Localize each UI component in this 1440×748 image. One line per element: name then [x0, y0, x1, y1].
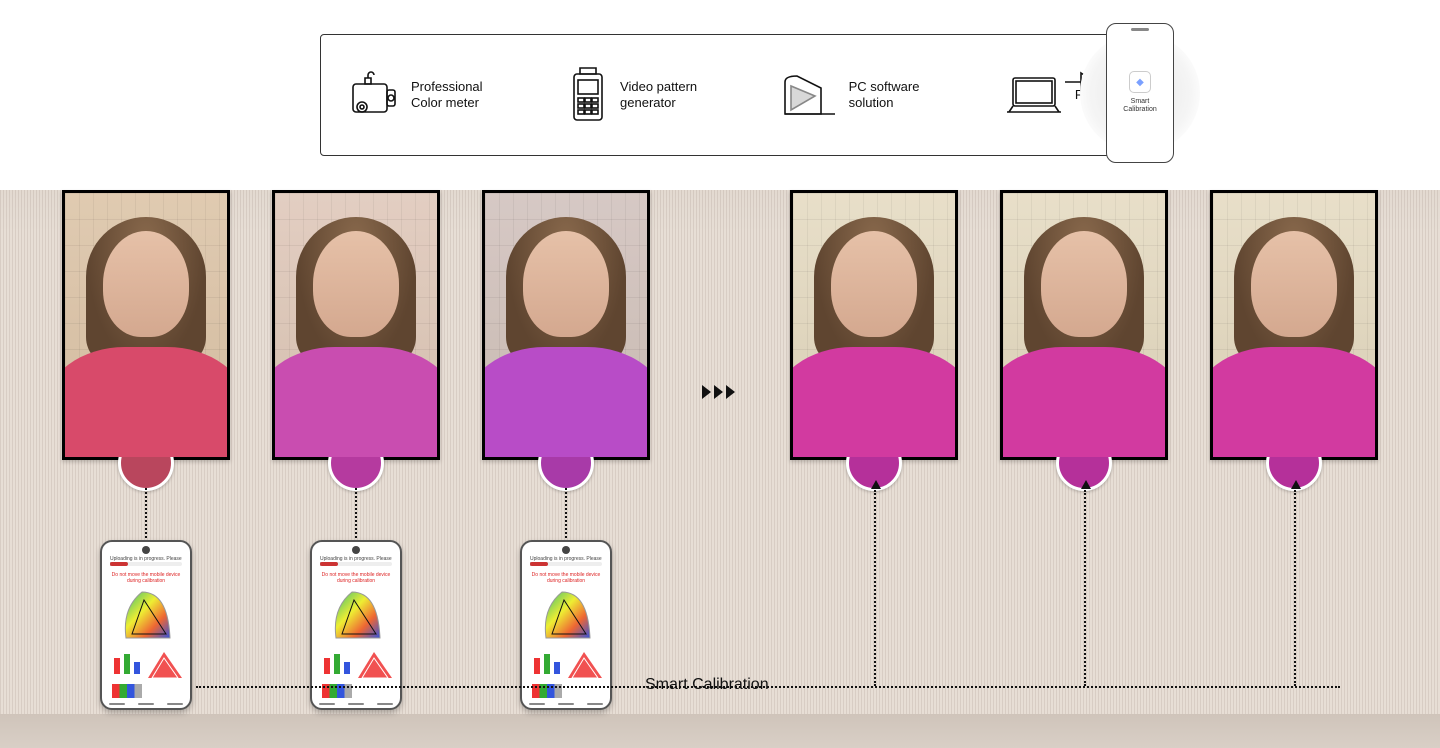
equip-color-meter: Professional Color meter	[347, 68, 483, 122]
panel-after	[1210, 190, 1378, 460]
display-panel	[790, 190, 958, 460]
phone-frame-icon: ◆ Smart Calibration	[1106, 23, 1174, 163]
display-panel	[1000, 190, 1168, 460]
display-panel	[272, 190, 440, 460]
rgb-bars-icon	[112, 654, 142, 676]
transition-arrows-icon	[702, 385, 735, 399]
arrow-up-icon	[1291, 480, 1301, 489]
equipment-box: Professional Color meter Video pattern g…	[320, 34, 1120, 156]
phone-camera-icon	[352, 546, 360, 554]
panels-before-group: Uploading is in progress. Please hold.Do…	[62, 190, 650, 460]
connector-up	[1084, 490, 1086, 686]
panels-after-group	[790, 190, 1378, 460]
levels-icon	[112, 684, 142, 698]
connector-down	[565, 488, 567, 538]
panel-before: Uploading is in progress. Please hold.Do…	[482, 190, 650, 460]
calibration-phone: Uploading is in progress. Please hold.Do…	[520, 540, 612, 710]
phone-nav	[312, 703, 400, 705]
calibration-scene: Uploading is in progress. Please hold.Do…	[0, 190, 1440, 748]
phone-nav	[522, 703, 610, 705]
display-panel	[482, 190, 650, 460]
connector-down	[145, 488, 147, 538]
floor	[0, 714, 1440, 748]
pattern-generator-icon	[566, 66, 610, 124]
panel-after	[790, 190, 958, 460]
equip-pattern-gen-label: Video pattern generator	[620, 79, 697, 112]
gamut-triangle-icon	[566, 650, 604, 680]
display-panel	[1210, 190, 1378, 460]
phone-warning-text: Do not move the mobile device during cal…	[530, 572, 602, 584]
equip-color-meter-label: Professional Color meter	[411, 79, 483, 112]
color-gamut-icon	[540, 588, 596, 644]
equipment-row: Professional Color meter Video pattern g…	[0, 0, 1440, 190]
smart-calibration-label: Smart Calibration	[635, 676, 779, 694]
app-label: Smart Calibration	[1123, 98, 1156, 113]
progress-bar	[530, 562, 602, 566]
arrow-up-icon	[1081, 480, 1091, 489]
laptop-icon	[1003, 72, 1065, 118]
pc-software-icon	[781, 70, 839, 120]
phone-camera-icon	[562, 546, 570, 554]
panel-before: Uploading is in progress. Please hold.Do…	[272, 190, 440, 460]
gamut-triangle-icon	[146, 650, 184, 680]
equip-pattern-gen: Video pattern generator	[566, 66, 697, 124]
equip-pc-software: PC software solution	[781, 70, 920, 120]
color-gamut-icon	[330, 588, 386, 644]
equip-pc-software-label: PC software solution	[849, 79, 920, 112]
progress-bar	[320, 562, 392, 566]
connector-down	[355, 488, 357, 538]
rgb-bars-icon	[532, 654, 562, 676]
phone-warning-text: Do not move the mobile device during cal…	[110, 572, 182, 584]
rgb-bars-icon	[322, 654, 352, 676]
phone-warning-text: Do not move the mobile device during cal…	[320, 572, 392, 584]
calibration-phone: Uploading is in progress. Please hold.Do…	[100, 540, 192, 710]
progress-bar	[110, 562, 182, 566]
arrow-up-icon	[871, 480, 881, 489]
phone-camera-icon	[142, 546, 150, 554]
panel-before: Uploading is in progress. Please hold.Do…	[62, 190, 230, 460]
color-meter-icon	[347, 68, 401, 122]
panel-after	[1000, 190, 1168, 460]
phone-notch	[1131, 28, 1149, 31]
gamut-triangle-icon	[356, 650, 394, 680]
display-panel	[62, 190, 230, 460]
app-icon: ◆	[1129, 71, 1151, 93]
connector-up	[1294, 490, 1296, 686]
color-gamut-icon	[120, 588, 176, 644]
phone-nav	[102, 703, 190, 705]
calibration-phone: Uploading is in progress. Please hold.Do…	[310, 540, 402, 710]
connector-up	[874, 490, 876, 686]
smart-calibration-phone: ◆ Smart Calibration	[1090, 15, 1190, 170]
